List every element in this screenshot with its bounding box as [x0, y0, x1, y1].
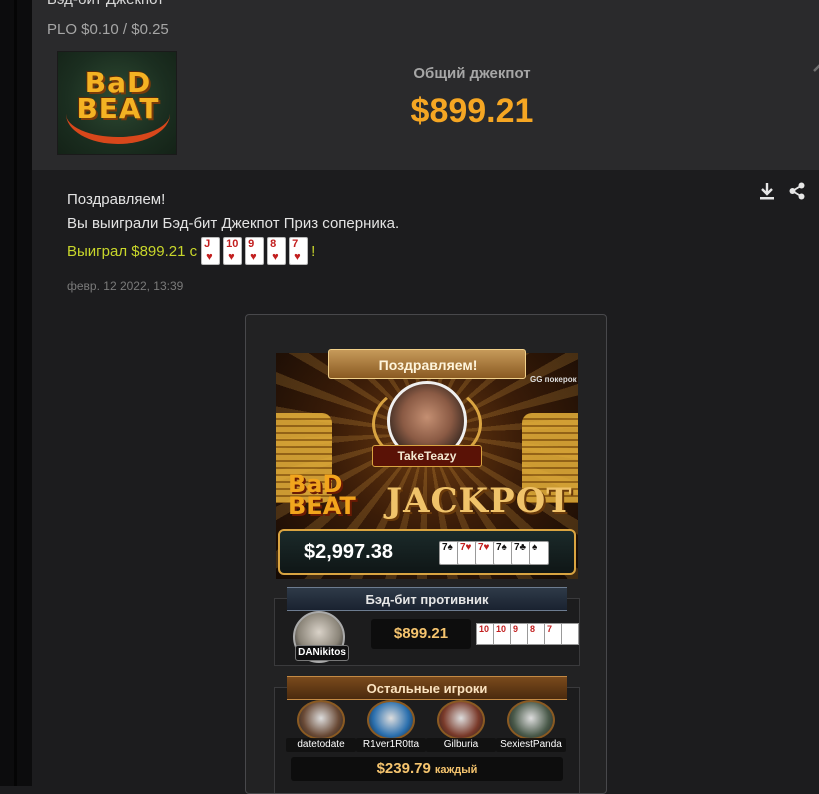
- jackpot-card: TakeTeazy BaD BEAT JACKPOT $2,997.38 7♠ 7…: [245, 314, 607, 794]
- card-rank: 10: [226, 238, 239, 250]
- winning-cards: J ♥ 10 ♥ 9 ♥ 8 ♥ 7 ♥: [201, 237, 311, 265]
- player-avatar: [297, 700, 345, 740]
- jackpot-wordmark: JACKPOT: [386, 481, 573, 521]
- download-icon[interactable]: [758, 181, 776, 201]
- prize-card: 7♠: [439, 541, 459, 565]
- player-avatar: [367, 700, 415, 740]
- card-rank: 8: [270, 238, 277, 250]
- card-suit: ♥: [250, 251, 257, 263]
- opponent-section: Бэд-бит противник DANikitos $899.21 10 10…: [274, 587, 580, 666]
- card-suit: ♥: [228, 251, 235, 263]
- prize-card: 7♥: [475, 541, 495, 565]
- opponent-card: 7: [544, 623, 562, 645]
- player-name: R1ver1R0tta: [356, 738, 426, 752]
- card-rank: 9: [248, 238, 255, 250]
- opponent-name: DANikitos: [295, 645, 349, 661]
- other-players-title: Остальные игроки: [287, 676, 567, 700]
- won-line: Выиграл $899.21 с J ♥ 10 ♥ 9 ♥ 8 ♥ 7 ♥ !: [67, 236, 315, 266]
- card-suit: ♥: [294, 251, 301, 263]
- prize-card: 7♣: [511, 541, 531, 565]
- playing-card: 10 ♥: [223, 237, 243, 265]
- opponent-card: [561, 623, 579, 645]
- winner-name: TakeTeazy: [372, 445, 482, 467]
- card-rank: J: [204, 238, 211, 250]
- congrats-ribbon: Поздравляем!: [328, 349, 526, 379]
- opponent-card-rank: 10: [496, 624, 507, 634]
- opponent-card: 10: [493, 623, 511, 645]
- gg-brand: GG покерок: [530, 375, 577, 384]
- card-suit: ♥: [206, 251, 213, 263]
- playing-card: 7 ♥: [289, 237, 309, 265]
- total-jackpot-label: Общий джекпот: [413, 65, 531, 82]
- prize-description: Вы выиграли Бэд-бит Джекпот Приз соперни…: [67, 215, 400, 232]
- bad-beat-banner: TakeTeazy BaD BEAT JACKPOT $2,997.38 7♠ 7…: [276, 353, 578, 579]
- opponent-cards: 10 10 9 8 7: [476, 623, 579, 645]
- table-stakes: PLO $0.10 / $0.25: [47, 21, 169, 38]
- other-players-section: Остальные игроки datetodate R1ver1R0tta Gi…: [274, 676, 580, 793]
- playing-card: J ♥: [201, 237, 221, 265]
- timestamp: февр. 12 2022, 13:39: [67, 279, 184, 293]
- share-icon[interactable]: [789, 182, 805, 200]
- won-suffix: !: [311, 242, 316, 260]
- opponent-amount: $899.21: [371, 619, 471, 649]
- left-sidebar: [0, 0, 32, 786]
- each-prize-bar: $239.79 каждый: [291, 757, 563, 781]
- opponent-card-rank: 9: [513, 624, 519, 634]
- player-name: SexiestPanda: [496, 738, 566, 752]
- opponent-card-rank: 8: [530, 624, 536, 634]
- opponent-title: Бэд-бит противник: [287, 587, 567, 611]
- card-rank: 7: [292, 238, 299, 250]
- prize-card: 7♠: [493, 541, 513, 565]
- opponent-card-rank: 10: [479, 624, 490, 634]
- opponent-card: 9: [510, 623, 528, 645]
- player-name: Gilburia: [426, 738, 496, 752]
- opponent-card: 10: [476, 623, 494, 645]
- prize-card: ♠: [529, 541, 549, 565]
- bad-beat-logo: BaD BEAT: [57, 51, 177, 155]
- prize-card-label: 7♠: [442, 542, 453, 553]
- sidebar-divider: [14, 0, 17, 786]
- player-name: datetodate: [286, 738, 356, 752]
- playing-card: 9 ♥: [245, 237, 265, 265]
- prize-card-label: ♠: [532, 542, 538, 553]
- each-amount: $239.79: [376, 760, 431, 777]
- bad-beat-wordmark: BaD BEAT: [288, 472, 356, 520]
- congrats-message: Поздравляем! Вы выиграли Бэд-бит Джекпот…: [67, 188, 399, 236]
- each-label: каждый: [434, 764, 478, 776]
- prize-card-label: 7♣: [514, 542, 527, 553]
- prize-card-label: 7♠: [496, 542, 507, 553]
- congrats-line: Поздравляем!: [67, 191, 166, 208]
- playing-card: 8 ♥: [267, 237, 287, 265]
- opponent-card-rank: 7: [547, 624, 553, 634]
- chevron-up-icon[interactable]: [810, 56, 819, 78]
- prize-card-label: 7♥: [460, 542, 472, 553]
- player-avatar: [507, 700, 555, 740]
- won-prefix: Выиграл $899.21 с: [67, 242, 198, 260]
- card-suit: ♥: [272, 251, 279, 263]
- jackpot-title: Бэд-бит Джекпот: [47, 0, 164, 8]
- logo-text-line2: BEAT: [76, 92, 160, 125]
- ribbon-text: Поздравляем!: [378, 357, 478, 373]
- player-avatar: [437, 700, 485, 740]
- prize-card-label: 7♥: [478, 542, 490, 553]
- total-jackpot-amount: $899.21: [410, 92, 534, 130]
- prize-amount: $2,997.38: [304, 541, 393, 563]
- prize-cards: 7♠ 7♥ 7♥ 7♠ 7♣ ♠: [439, 541, 549, 565]
- opponent-card: 8: [527, 623, 545, 645]
- prize-card: 7♥: [457, 541, 477, 565]
- bad-beat-line2: BEAT: [288, 492, 356, 520]
